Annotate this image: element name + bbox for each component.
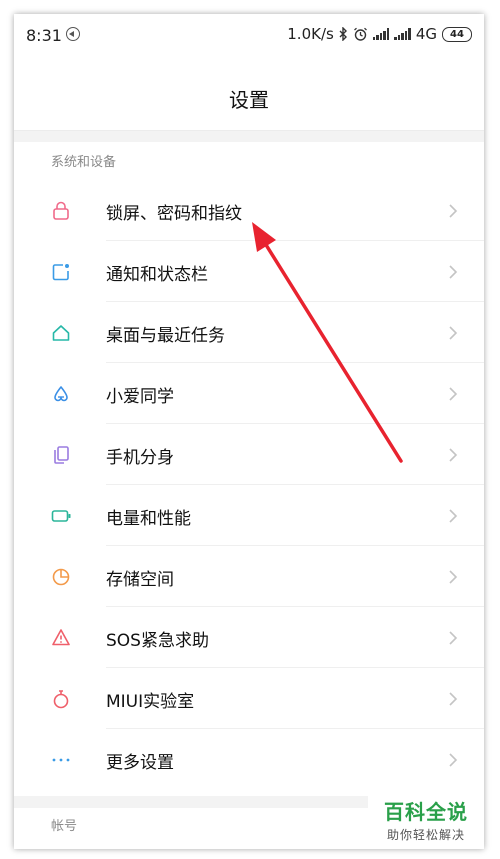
signal-icon [394, 28, 411, 40]
network-speed: 1.0K/s [287, 25, 334, 43]
chevron-right-icon [449, 509, 458, 523]
settings-item-label: 小爱同学 [106, 387, 174, 407]
settings-item-label: SOS紧急求助 [106, 631, 209, 651]
status-indicators: 1.0K/s 4G 44 [287, 25, 472, 43]
settings-item-notifications[interactable]: 通知和状态栏 [14, 241, 484, 302]
section-gap [14, 131, 484, 142]
chevron-right-icon [449, 204, 458, 218]
chevron-right-icon [449, 692, 458, 706]
xiaoai-icon [54, 386, 68, 402]
notification-icon [52, 264, 69, 281]
sos-icon [52, 629, 70, 646]
settings-item-label: MIUI实验室 [106, 692, 195, 712]
home-icon [52, 325, 70, 341]
chevron-right-icon [449, 387, 458, 401]
settings-item-label: 手机分身 [106, 448, 174, 468]
section-label-system: 系统和设备 [51, 155, 117, 170]
status-time: 8:31 [26, 26, 62, 45]
chevron-right-icon [449, 753, 458, 767]
chevron-right-icon [449, 631, 458, 645]
chevron-right-icon [449, 448, 458, 462]
settings-item-home-screen[interactable]: 桌面与最近任务 [14, 302, 484, 363]
lab-flask-icon [53, 690, 69, 709]
alarm-icon [353, 27, 367, 41]
settings-item-label: 存储空间 [106, 570, 174, 590]
settings-item-battery[interactable]: 电量和性能 [14, 485, 484, 546]
battery-icon: 44 [442, 26, 472, 42]
settings-item-storage[interactable]: 存储空间 [14, 546, 484, 607]
signal-icon [372, 28, 390, 40]
settings-item-dual-apps[interactable]: 手机分身 [14, 424, 484, 485]
more-dots-icon [52, 758, 70, 762]
network-type: 4G [415, 25, 437, 43]
lock-icon [53, 201, 69, 220]
settings-list: 锁屏、密码和指纹 通知和状态栏 桌面与最近任务 小爱同学 手机分身 电量和性能 … [14, 180, 484, 790]
battery-icon [51, 510, 71, 522]
settings-item-xiaoai[interactable]: 小爱同学 [14, 363, 484, 424]
navigation-icon [66, 27, 80, 41]
settings-item-sos[interactable]: SOS紧急求助 [14, 607, 484, 668]
page-title: 设置 [229, 88, 269, 112]
watermark-subtitle: 助你轻松解决 [386, 828, 465, 842]
dual-phone-icon [54, 446, 69, 464]
storage-pie-icon [52, 568, 70, 586]
page-header: 设置 [14, 58, 484, 131]
settings-item-lock-screen[interactable]: 锁屏、密码和指纹 [14, 180, 484, 241]
settings-item-label: 更多设置 [106, 753, 174, 773]
settings-item-more[interactable]: 更多设置 [14, 729, 484, 790]
status-bar: 8:31 1.0K/s 4G 44 [14, 14, 484, 58]
section-label-account: 帐号 [51, 819, 78, 834]
settings-item-label: 通知和状态栏 [106, 265, 208, 285]
watermark-logo: 百科全说 助你轻松解决 [368, 793, 484, 849]
settings-item-label: 电量和性能 [106, 509, 191, 529]
chevron-right-icon [449, 265, 458, 279]
settings-item-miui-lab[interactable]: MIUI实验室 [14, 668, 484, 729]
settings-item-label: 锁屏、密码和指纹 [106, 204, 242, 224]
phone-screenshot: 8:31 1.0K/s 4G 44 设置 系统和设备 锁屏、密码和指纹 通知和状… [14, 14, 484, 849]
chevron-right-icon [449, 326, 458, 340]
watermark-title: 百科全说 [384, 800, 468, 824]
bluetooth-icon [339, 27, 347, 41]
settings-item-label: 桌面与最近任务 [106, 326, 225, 346]
chevron-right-icon [449, 570, 458, 584]
